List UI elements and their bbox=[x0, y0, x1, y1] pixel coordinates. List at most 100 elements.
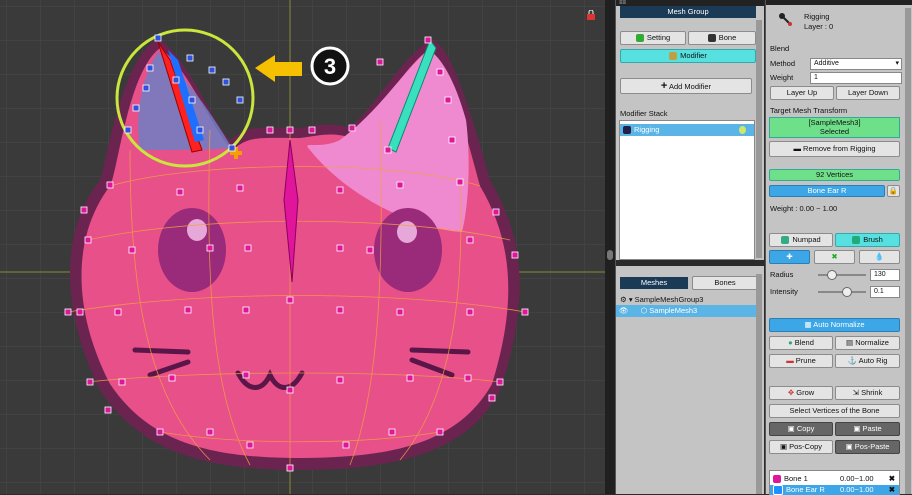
mesh-vertex[interactable] bbox=[128, 246, 136, 254]
mesh-vertex[interactable] bbox=[348, 124, 356, 132]
mesh-vertex[interactable] bbox=[448, 136, 456, 144]
mesh-vertex[interactable] bbox=[236, 184, 244, 192]
mesh-vertex[interactable] bbox=[208, 66, 216, 74]
brush-button[interactable]: Brush bbox=[835, 233, 900, 247]
mesh-vertex[interactable] bbox=[246, 441, 254, 449]
mesh-vertex[interactable] bbox=[84, 236, 92, 244]
mesh-vertex[interactable] bbox=[456, 178, 464, 186]
brush-add-button[interactable]: ✚ bbox=[769, 250, 810, 264]
mesh-vertex[interactable] bbox=[242, 371, 250, 379]
mesh-vertex[interactable] bbox=[388, 428, 396, 436]
mesh-vertex[interactable] bbox=[492, 208, 500, 216]
mesh-vertex[interactable] bbox=[396, 308, 404, 316]
mesh-vertex[interactable] bbox=[286, 464, 294, 472]
weight-input[interactable]: 1 bbox=[810, 72, 902, 84]
selected-bone-field[interactable]: Bone Ear R bbox=[769, 185, 885, 197]
mesh-vertex[interactable] bbox=[132, 104, 140, 112]
mesh-vertex[interactable] bbox=[436, 428, 444, 436]
mesh-vertex[interactable] bbox=[188, 96, 196, 104]
mesh-vertex[interactable] bbox=[384, 146, 392, 154]
mesh-vertex[interactable] bbox=[176, 188, 184, 196]
tab-bones[interactable]: Bones bbox=[692, 276, 758, 290]
mesh-vertex[interactable] bbox=[366, 246, 374, 254]
mesh-vertex[interactable] bbox=[236, 96, 244, 104]
mesh-vertex[interactable] bbox=[146, 64, 154, 72]
lock-icon[interactable] bbox=[586, 10, 596, 20]
mesh-vertex[interactable] bbox=[336, 376, 344, 384]
mesh-vertex[interactable] bbox=[64, 308, 72, 316]
remove-bone-icon[interactable]: ✖ bbox=[889, 474, 895, 484]
bone-weight-row[interactable]: Bone 1 0.00~1.00 ✖ bbox=[770, 474, 899, 484]
pos-paste-button[interactable]: ▣ Pos-Paste bbox=[835, 440, 900, 454]
mesh-vertex[interactable] bbox=[228, 144, 236, 152]
mesh-vertex[interactable] bbox=[142, 84, 150, 92]
mesh-vertex[interactable] bbox=[286, 386, 294, 394]
mesh-vertex[interactable] bbox=[308, 126, 316, 134]
mesh-vertex[interactable] bbox=[511, 251, 519, 259]
tab-bone[interactable]: Bone bbox=[688, 31, 756, 45]
mesh-vertex[interactable] bbox=[186, 54, 194, 62]
mesh-vertex[interactable] bbox=[464, 374, 472, 382]
radius-slider-knob[interactable] bbox=[827, 270, 837, 280]
scrollbar-thumb[interactable] bbox=[607, 250, 613, 260]
mesh-vertex[interactable] bbox=[118, 378, 126, 386]
mesh-vertex[interactable] bbox=[336, 186, 344, 194]
lightbulb-icon[interactable] bbox=[739, 126, 746, 134]
mesh-vertex[interactable] bbox=[521, 308, 529, 316]
mesh-vertex[interactable] bbox=[222, 78, 230, 86]
mesh-vertex[interactable] bbox=[496, 378, 504, 386]
copy-button[interactable]: ▣ Copy bbox=[769, 422, 833, 436]
mesh-vertex[interactable] bbox=[406, 374, 414, 382]
mesh-vertex[interactable] bbox=[86, 378, 94, 386]
tree-item-mesh[interactable]: 👁 ⬡ SampleMesh3 bbox=[616, 305, 756, 317]
layer-down-button[interactable]: Layer Down bbox=[836, 86, 900, 100]
viewport-canvas[interactable]: 3 bbox=[0, 0, 605, 494]
mesh-vertex[interactable] bbox=[104, 406, 112, 414]
shrink-button[interactable]: ⇲ Shrink bbox=[835, 386, 900, 400]
tab-meshes[interactable]: Meshes bbox=[620, 277, 688, 289]
mesh-vertex[interactable] bbox=[466, 236, 474, 244]
bone-lock-button[interactable]: 🔒 bbox=[887, 185, 900, 197]
pos-copy-button[interactable]: ▣ Pos-Copy bbox=[769, 440, 833, 454]
tree-item-meshgroup[interactable]: ⚙ ▾ SampleMeshGroup3 bbox=[620, 295, 703, 304]
mesh-vertex[interactable] bbox=[396, 181, 404, 189]
grow-button[interactable]: ✥ Grow bbox=[769, 386, 833, 400]
mesh-vertex[interactable] bbox=[106, 181, 114, 189]
mesh-vertex[interactable] bbox=[444, 96, 452, 104]
brush-smooth-button[interactable]: 💧 bbox=[859, 250, 900, 264]
mesh-viewport[interactable]: 3 bbox=[0, 0, 605, 494]
mesh-vertex[interactable] bbox=[206, 428, 214, 436]
visibility-eye-icon[interactable]: 👁 bbox=[619, 306, 629, 315]
layer-up-button[interactable]: Layer Up bbox=[770, 86, 834, 100]
mesh-vertex[interactable] bbox=[336, 244, 344, 252]
mesh-vertex[interactable] bbox=[80, 206, 88, 214]
mesh-vertex[interactable] bbox=[286, 126, 294, 134]
mesh-vertex[interactable] bbox=[196, 126, 204, 134]
mesh-vertex[interactable] bbox=[244, 244, 252, 252]
tab-modifier[interactable]: Modifier bbox=[620, 49, 756, 63]
remove-from-rigging-button[interactable]: ▬ Remove from Rigging bbox=[769, 141, 900, 157]
intensity-slider-knob[interactable] bbox=[842, 287, 852, 297]
radius-input[interactable]: 130 bbox=[870, 269, 900, 281]
prune-button[interactable]: ▬ Prune bbox=[769, 354, 833, 368]
mesh-vertex[interactable] bbox=[336, 306, 344, 314]
mesh-vertex[interactable] bbox=[376, 58, 384, 66]
inspector-scrollbar[interactable] bbox=[905, 8, 911, 494]
modifier-item-rigging[interactable]: Rigging bbox=[620, 124, 754, 136]
mesh-vertex[interactable] bbox=[466, 308, 474, 316]
tab-setting[interactable]: Setting bbox=[620, 31, 686, 45]
mesh-vertex[interactable] bbox=[286, 296, 294, 304]
mesh-vertex[interactable] bbox=[266, 126, 274, 134]
mesh-vertex[interactable] bbox=[124, 126, 132, 134]
mesh-vertex[interactable] bbox=[242, 306, 250, 314]
radius-slider-track[interactable] bbox=[818, 274, 866, 276]
mesh-vertex[interactable] bbox=[156, 428, 164, 436]
add-modifier-button[interactable]: + Add Modifier bbox=[620, 78, 752, 94]
select-vertices-button[interactable]: Select Vertices of the Bone bbox=[769, 404, 900, 418]
meshes-scrollbar[interactable] bbox=[756, 274, 762, 494]
mesh-vertex[interactable] bbox=[154, 34, 162, 42]
method-select[interactable]: Additive ▾ bbox=[810, 58, 902, 70]
mesh-group-scrollbar[interactable] bbox=[756, 20, 762, 258]
blend-button[interactable]: ● Blend bbox=[769, 336, 833, 350]
mesh-vertex[interactable] bbox=[436, 68, 444, 76]
